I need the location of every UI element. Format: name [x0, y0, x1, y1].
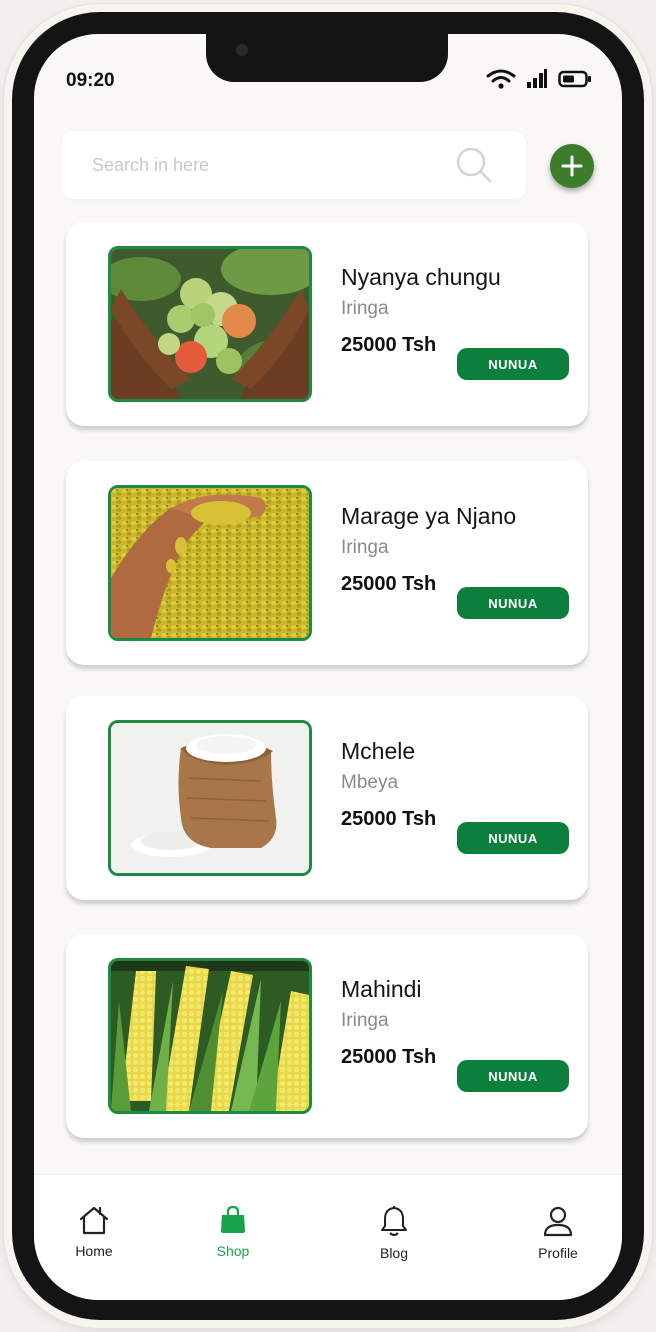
- product-card[interactable]: Nyanya chungu Iringa 25000 Tsh NUNUA: [66, 222, 588, 426]
- product-card[interactable]: Mahindi Iringa 25000 Tsh NUNUA: [66, 934, 588, 1138]
- search-bar[interactable]: [62, 131, 526, 199]
- notch: [206, 34, 448, 82]
- product-name: Mahindi: [341, 976, 422, 1002]
- product-image-rice-sack: [108, 720, 312, 876]
- product-location: Iringa: [341, 1010, 389, 1031]
- product-name: Marage ya Njano: [341, 503, 517, 529]
- wifi-icon: [486, 69, 516, 89]
- nav-item-blog[interactable]: Blog: [354, 1205, 434, 1261]
- product-price: 25000 Tsh: [341, 573, 437, 595]
- nav-label: Shop: [216, 1243, 250, 1259]
- user-icon: [543, 1206, 573, 1237]
- search-icon[interactable]: [454, 145, 494, 185]
- search-input[interactable]: [92, 151, 422, 179]
- bell-icon: [381, 1206, 407, 1236]
- nav-label: Home: [75, 1243, 113, 1259]
- product-name: Nyanya chungu: [341, 264, 501, 290]
- buy-button[interactable]: NUNUA: [457, 587, 569, 619]
- bottom-navigation: Home Shop Blog Profile: [34, 1174, 622, 1300]
- nav-item-profile[interactable]: Profile: [518, 1205, 598, 1261]
- status-time: 09:20: [66, 70, 115, 91]
- product-location: Iringa: [341, 537, 389, 558]
- product-image-maize: [108, 958, 312, 1114]
- product-image-tomatoes: [108, 246, 312, 402]
- front-camera: [236, 44, 248, 56]
- product-image-yellow-beans: [108, 485, 312, 641]
- product-price: 25000 Tsh: [341, 808, 437, 830]
- product-card[interactable]: Marage ya Njano Iringa 25000 Tsh NUNUA: [66, 461, 588, 665]
- buy-button[interactable]: NUNUA: [457, 348, 569, 380]
- nav-label: Profile: [538, 1245, 578, 1261]
- nav-item-home[interactable]: Home: [54, 1205, 134, 1259]
- nav-item-shop[interactable]: Shop: [193, 1205, 273, 1259]
- buy-button[interactable]: NUNUA: [457, 822, 569, 854]
- signal-icon: [527, 69, 547, 88]
- product-price: 25000 Tsh: [341, 334, 437, 356]
- battery-icon: [558, 70, 591, 88]
- shopping-bag-icon: [221, 1205, 245, 1233]
- nav-label: Blog: [379, 1245, 409, 1261]
- buy-button[interactable]: NUNUA: [457, 1060, 569, 1092]
- product-card[interactable]: Mchele Mbeya 25000 Tsh NUNUA: [66, 696, 588, 900]
- plus-icon: [561, 155, 583, 177]
- phone-frame: 09:20 Search in here Nyanya chungu Iring…: [12, 12, 644, 1320]
- product-name: Mchele: [341, 738, 416, 764]
- product-location: Mbeya: [341, 772, 399, 793]
- product-price: 25000 Tsh: [341, 1046, 437, 1068]
- status-icons: [486, 68, 592, 90]
- app-screen: 09:20 Search in here Nyanya chungu Iring…: [34, 34, 622, 1300]
- product-location: Iringa: [341, 298, 389, 319]
- add-product-button[interactable]: [550, 144, 594, 188]
- home-icon: [79, 1206, 109, 1235]
